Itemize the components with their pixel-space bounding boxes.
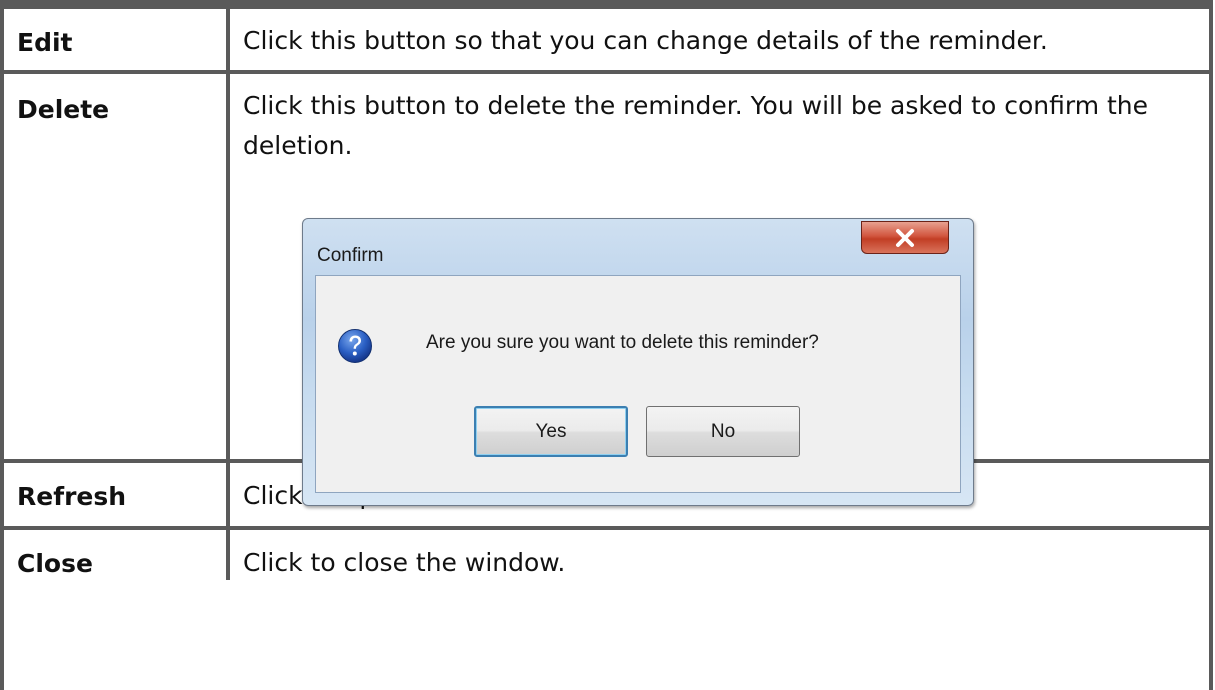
close-button[interactable] (861, 221, 949, 254)
description-cell: Click to close the window. (243, 548, 566, 577)
table-row-close: Close Click to close the window. (4, 530, 1209, 580)
yes-button[interactable]: Yes (474, 406, 628, 457)
close-icon (896, 228, 914, 247)
confirm-dialog: Confirm Are you sure you want to delete … (302, 218, 974, 506)
term-cell: Edit (4, 9, 230, 70)
dialog-body: Are you sure you want to delete this rem… (315, 275, 961, 493)
question-icon (338, 329, 372, 363)
dialog-title: Confirm (317, 245, 384, 266)
dialog-message: Are you sure you want to delete this rem… (426, 332, 819, 353)
term-cell: Delete (4, 74, 230, 459)
description-cell: Click this button so that you can change… (243, 26, 1048, 55)
term-cell: Close (4, 530, 230, 580)
term-cell: Refresh (4, 463, 230, 526)
no-button[interactable]: No (646, 406, 800, 457)
table-row-edit: Edit Click this button so that you can c… (4, 9, 1209, 74)
